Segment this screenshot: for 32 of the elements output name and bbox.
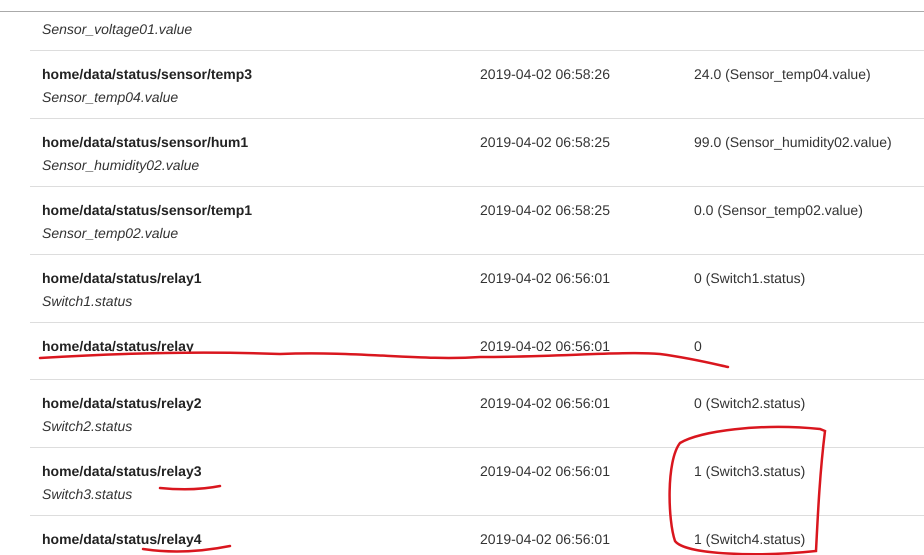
value-text: 99.0 (Sensor_humidity02.value) (694, 134, 892, 150)
topic-path: home/data/status/relay3 (42, 462, 202, 480)
item-name: Switch3.status (42, 485, 132, 503)
timestamp: 2019-04-02 06:58:25 (480, 202, 610, 218)
item-name: Switch1.status (42, 292, 132, 310)
value-text: 24.0 (Sensor_temp04.value) (694, 66, 871, 82)
timestamp: 2019-04-02 06:56:01 (480, 270, 610, 286)
timestamp: 2019-04-02 06:56:01 (480, 531, 610, 547)
item-name: Sensor_temp04.value (42, 88, 178, 106)
value-text: 1 (Switch3.status) (694, 463, 806, 479)
value-text: 0.0 (Sensor_temp02.value) (694, 202, 863, 218)
topic-path: home/data/status/sensor/temp1 (42, 201, 252, 219)
timestamp: 2019-04-02 06:56:01 (480, 395, 610, 411)
timestamp: 2019-04-02 06:56:01 (480, 463, 610, 479)
item-name: Sensor_voltage01.value (42, 20, 192, 38)
item-name: Sensor_temp02.value (42, 224, 178, 242)
topic-path: home/data/status/relay1 (42, 269, 202, 287)
value-text: 0 (694, 338, 702, 354)
value-text: 0 (Switch2.status) (694, 395, 806, 411)
timestamp: 2019-04-02 06:56:01 (480, 338, 610, 354)
topic-path: home/data/status/relay (42, 337, 194, 355)
topic-path: home/data/status/relay2 (42, 394, 202, 412)
value-text: 0 (Switch1.status) (694, 270, 806, 286)
topic-path: home/data/status/sensor/hum1 (42, 133, 248, 151)
item-name: Sensor_humidity02.value (42, 156, 200, 174)
timestamp: 2019-04-02 06:58:25 (480, 134, 610, 150)
topic-path: home/data/status/relay4 (42, 530, 202, 548)
underline-annotation (158, 484, 222, 491)
topic-path: home/data/status/sensor/temp3 (42, 65, 252, 83)
value-text: 1 (Switch4.status) (694, 531, 806, 547)
item-name: Switch2.status (42, 417, 132, 435)
timestamp: 2019-04-02 06:58:26 (480, 66, 610, 82)
